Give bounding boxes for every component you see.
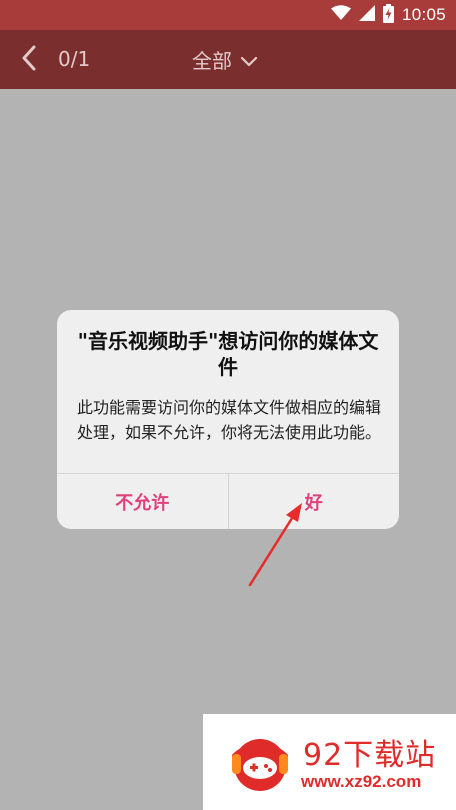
dialog-title: "音乐视频助手"想访问你的媒体文件 xyxy=(77,329,379,379)
watermark: 92下载站 www.xz92.com xyxy=(203,714,456,810)
deny-button[interactable]: 不允许 xyxy=(57,474,229,529)
wifi-icon xyxy=(330,5,351,25)
page-count: 0/1 xyxy=(58,47,91,71)
app-header: 0/1 全部 xyxy=(0,30,456,89)
status-bar: 10:05 xyxy=(0,0,456,30)
status-time: 10:05 xyxy=(401,5,446,24)
permission-dialog: "音乐视频助手"想访问你的媒体文件 此功能需要访问你的媒体文件做相应的编辑处理，… xyxy=(57,310,399,529)
annotation-arrow-icon xyxy=(248,503,302,587)
gamepad-logo-icon xyxy=(232,739,288,791)
signal-icon xyxy=(358,5,375,25)
battery-charging-icon xyxy=(382,3,394,27)
dialog-button-row: 不允许 好 xyxy=(57,473,399,529)
filter-dropdown[interactable]: 全部 xyxy=(192,30,258,89)
back-button[interactable] xyxy=(14,44,44,76)
status-icons: 10:05 xyxy=(330,0,446,30)
chevron-down-icon xyxy=(240,48,258,72)
filter-label: 全部 xyxy=(192,49,232,73)
watermark-name: 92下载站 xyxy=(303,738,437,773)
watermark-url: www.xz92.com xyxy=(301,772,422,791)
screen: 10:05 0/1 全部 "音乐视频助手"想访问你的媒体文件 此功能需要访问你的… xyxy=(0,0,456,810)
chevron-left-icon xyxy=(21,45,37,75)
dialog-message: 此功能需要访问你的媒体文件做相应的编辑处理，如果不允许，你将无法使用此功能。 xyxy=(77,398,382,442)
